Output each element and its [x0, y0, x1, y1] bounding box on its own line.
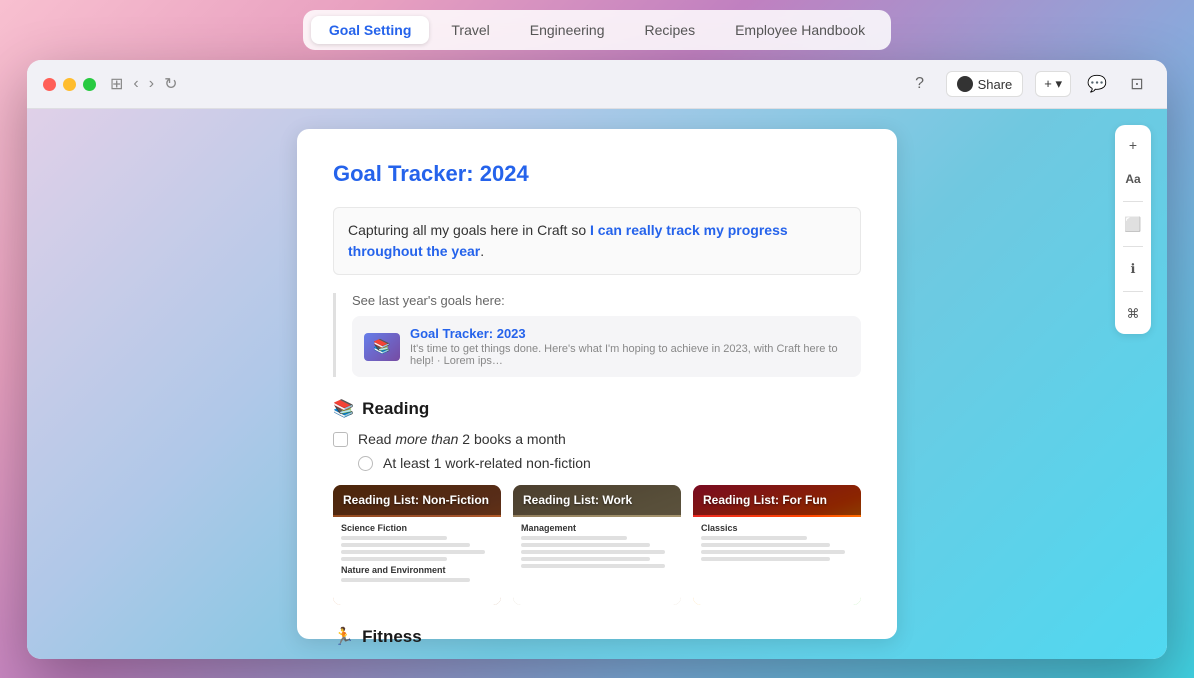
tab-recipes[interactable]: Recipes: [627, 16, 714, 44]
document: Goal Tracker: 2024 Capturing all my goal…: [297, 129, 897, 639]
linked-card-desc: It's time to get things done. Here's wha…: [410, 343, 849, 367]
linked-title-prefix: Goal Tracker:: [410, 326, 497, 341]
title-year: 2024: [480, 161, 529, 186]
plus-label: + ▾: [1044, 76, 1062, 92]
share-button[interactable]: Share: [946, 71, 1024, 97]
document-area: Goal Tracker: 2024 Capturing all my goal…: [27, 109, 1167, 659]
toolbar-divider-2: [1123, 246, 1143, 247]
browser-window: ⊞ ‹ › ↻ ? Share + ▾ 💬 ⊡ G: [27, 60, 1167, 659]
tab-employee-handbook[interactable]: Employee Handbook: [717, 16, 883, 44]
reading-item-1-text: Read more than 2 books a month: [358, 431, 566, 447]
intro-text: Capturing all my goals here in Craft so …: [333, 207, 861, 275]
tab-travel[interactable]: Travel: [433, 16, 507, 44]
nonfiction-card-content: Science Fiction Nature and Environment: [333, 517, 501, 605]
radio-1[interactable]: [358, 456, 373, 471]
browser-controls: ⊞ ‹ › ↻: [110, 74, 177, 94]
maximize-button[interactable]: [83, 78, 96, 91]
browser-content: Goal Tracker: 2024 Capturing all my goal…: [27, 109, 1167, 659]
linked-card[interactable]: 📚 Goal Tracker: 2023 It's time to get th…: [352, 316, 861, 377]
linked-card-thumbnail: 📚: [364, 333, 400, 361]
help-icon[interactable]: ?: [906, 70, 934, 98]
fun-card-content: Classics: [693, 517, 861, 605]
checkbox-1[interactable]: [333, 432, 348, 447]
forward-icon[interactable]: ›: [149, 75, 154, 93]
document-title: Goal Tracker: 2024: [333, 161, 861, 187]
toolbar-divider-1: [1123, 201, 1143, 202]
reading-emoji: 📚: [333, 399, 354, 419]
quote-block: See last year's goals here: 📚 Goal Track…: [333, 293, 861, 377]
linked-card-title: Goal Tracker: 2023: [410, 326, 849, 341]
work-overlay: Reading List: Work: [513, 485, 681, 515]
reading-title: Reading: [362, 399, 429, 419]
section-header-fitness: 🏃 Fitness: [333, 627, 861, 647]
section-header-reading: 📚 Reading: [333, 399, 861, 419]
intro-suffix: .: [480, 243, 484, 259]
image-icon[interactable]: ⬜: [1121, 212, 1145, 236]
fitness-title: Fitness: [362, 627, 422, 647]
right-toolbar: + Aa ⬜ ℹ ⌘: [1115, 125, 1151, 334]
nonfiction-overlay: Reading List: Non-Fiction: [333, 485, 501, 515]
fitness-emoji: 🏃: [333, 627, 354, 647]
fun-card-title: Reading List: For Fun: [703, 493, 851, 507]
quote-label: See last year's goals here:: [352, 293, 861, 308]
add-block-icon[interactable]: +: [1121, 133, 1145, 157]
command-icon[interactable]: ⌘: [1121, 302, 1145, 326]
browser-right: ? Share + ▾ 💬 ⊡: [906, 70, 1151, 98]
work-card-title: Reading List: Work: [523, 493, 671, 507]
font-icon[interactable]: Aa: [1121, 167, 1145, 191]
add-button[interactable]: + ▾: [1035, 71, 1071, 97]
intro-plain: Capturing all my goals here in Craft so: [348, 222, 590, 238]
share-label: Share: [978, 77, 1013, 92]
info-icon[interactable]: ℹ: [1121, 257, 1145, 281]
browser-chrome: ⊞ ‹ › ↻ ? Share + ▾ 💬 ⊡: [27, 60, 1167, 109]
tab-goal-setting[interactable]: Goal Setting: [311, 16, 429, 44]
reading-cards: Reading List: Non-Fiction Science Fictio…: [333, 485, 861, 605]
traffic-lights: [43, 78, 96, 91]
reading-card-fun[interactable]: Reading List: For Fun Classics: [693, 485, 861, 605]
minimize-button[interactable]: [63, 78, 76, 91]
nonfiction-card-title: Reading List: Non-Fiction: [343, 493, 491, 507]
close-button[interactable]: [43, 78, 56, 91]
refresh-icon[interactable]: ↻: [164, 74, 177, 94]
chat-icon[interactable]: 💬: [1083, 70, 1111, 98]
back-icon[interactable]: ‹: [133, 75, 138, 93]
tab-bar: Goal Setting Travel Engineering Recipes …: [303, 10, 891, 50]
reading-item-2: At least 1 work-related non-fiction: [358, 455, 861, 471]
linked-title-year: 2023: [497, 326, 526, 341]
layout-icon[interactable]: ⊡: [1123, 70, 1151, 98]
linked-card-info: Goal Tracker: 2023 It's time to get thin…: [410, 326, 849, 367]
browser-chrome-left: ⊞ ‹ › ↻: [43, 74, 177, 94]
reading-item-2-text: At least 1 work-related non-fiction: [383, 455, 591, 471]
reading-card-work[interactable]: Reading List: Work Management: [513, 485, 681, 605]
title-prefix: Goal Tracker:: [333, 161, 480, 186]
share-icon: [957, 76, 973, 92]
work-card-content: Management: [513, 517, 681, 605]
tab-engineering[interactable]: Engineering: [512, 16, 623, 44]
reading-card-nonfiction[interactable]: Reading List: Non-Fiction Science Fictio…: [333, 485, 501, 605]
sidebar-toggle-icon[interactable]: ⊞: [110, 74, 123, 94]
reading-item-1: Read more than 2 books a month: [333, 431, 861, 447]
fun-overlay: Reading List: For Fun: [693, 485, 861, 515]
toolbar-divider-3: [1123, 291, 1143, 292]
